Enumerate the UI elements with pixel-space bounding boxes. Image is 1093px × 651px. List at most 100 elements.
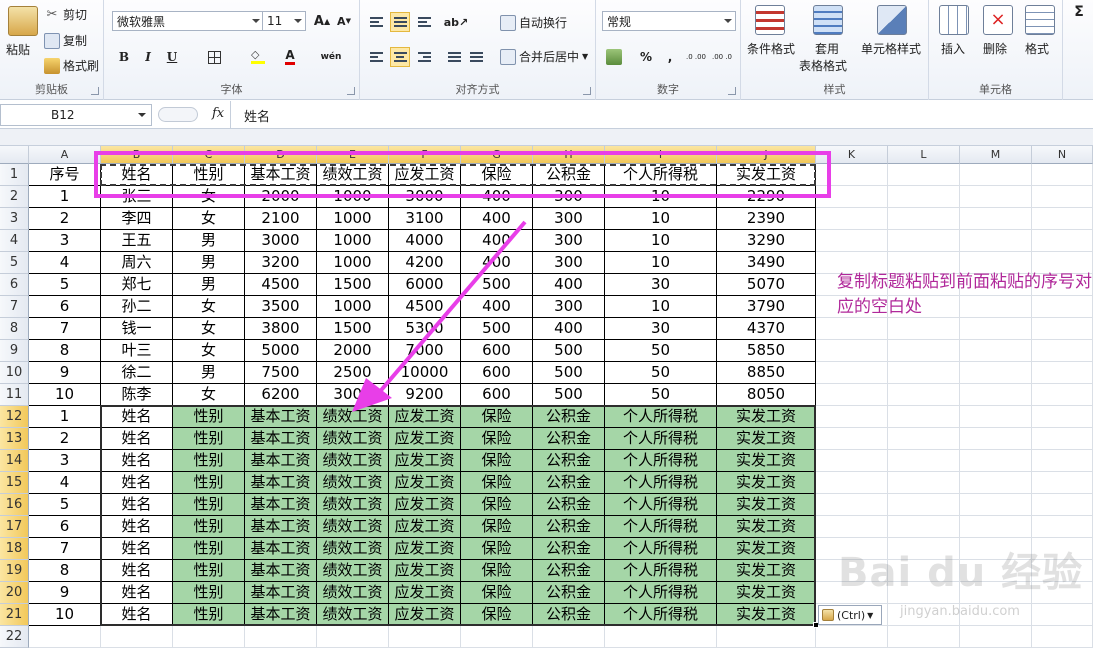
cell-i19[interactable]: 个人所得税 [605,560,717,582]
cell-b17[interactable]: 姓名 [101,516,173,538]
cell-c18[interactable]: 性别 [173,538,245,560]
cell-m13[interactable] [960,428,1032,450]
formula-input[interactable]: 姓名 [230,101,1093,129]
cell-d19[interactable]: 基本工资 [245,560,317,582]
cell-a2[interactable]: 1 [29,186,101,208]
orientation-button[interactable]: ab↗ [444,12,469,32]
align-middle-button[interactable] [390,12,410,32]
cell-i20[interactable]: 个人所得税 [605,582,717,604]
cell-j12[interactable]: 实发工资 [717,406,816,428]
cell-l17[interactable] [888,516,960,538]
cell-n4[interactable] [1032,230,1093,252]
cell-l8[interactable] [888,318,960,340]
cell-k17[interactable] [816,516,888,538]
cell-e22[interactable] [317,626,389,648]
cell-j13[interactable]: 实发工资 [717,428,816,450]
cell-h12[interactable]: 公积金 [533,406,605,428]
cell-d2[interactable]: 2000 [245,186,317,208]
cell-e10[interactable]: 2500 [317,362,389,384]
cell-l11[interactable] [888,384,960,406]
cell-k11[interactable] [816,384,888,406]
cell-a1[interactable]: 序号 [29,164,101,186]
column-header-k[interactable]: K [816,146,888,164]
cell-g4[interactable]: 400 [461,230,533,252]
cell-n3[interactable] [1032,208,1093,230]
column-header-c[interactable]: C [173,146,245,164]
cell-b20[interactable]: 姓名 [101,582,173,604]
cell-j20[interactable]: 实发工资 [717,582,816,604]
cell-h6[interactable]: 400 [533,274,605,296]
row-header-15[interactable]: 15 [0,472,29,494]
cell-b12[interactable]: 姓名 [101,406,173,428]
align-left-button[interactable] [366,47,386,67]
cell-f12[interactable]: 应发工资 [389,406,461,428]
cell-a13[interactable]: 2 [29,428,101,450]
column-header-j[interactable]: J [717,146,816,164]
cell-e18[interactable]: 绩效工资 [317,538,389,560]
cell-f7[interactable]: 4500 [389,296,461,318]
cell-f1[interactable]: 应发工资 [389,164,461,186]
cell-g10[interactable]: 600 [461,362,533,384]
cell-a12[interactable]: 1 [29,406,101,428]
borders-button[interactable] [204,47,224,67]
row-header-6[interactable]: 6 [0,274,29,296]
cell-n10[interactable] [1032,362,1093,384]
row-header-17[interactable]: 17 [0,516,29,538]
cell-l22[interactable] [888,626,960,648]
cell-c6[interactable]: 男 [173,274,245,296]
cell-c12[interactable]: 性别 [173,406,245,428]
cell-b7[interactable]: 孙二 [101,296,173,318]
cell-a15[interactable]: 4 [29,472,101,494]
cell-e3[interactable]: 1000 [317,208,389,230]
cell-i17[interactable]: 个人所得税 [605,516,717,538]
cell-e8[interactable]: 1500 [317,318,389,340]
cell-l13[interactable] [888,428,960,450]
cell-b2[interactable]: 张三 [101,186,173,208]
cell-c17[interactable]: 性别 [173,516,245,538]
cell-g22[interactable] [461,626,533,648]
cell-c22[interactable] [173,626,245,648]
shrink-font-button[interactable]: A ▼ [334,11,354,31]
cell-e14[interactable]: 绩效工资 [317,450,389,472]
increase-decimal-button[interactable]: .0 .00 [684,47,708,67]
cell-f3[interactable]: 3100 [389,208,461,230]
cell-j22[interactable] [717,626,816,648]
row-header-8[interactable]: 8 [0,318,29,340]
row-header-1[interactable]: 1 [0,164,29,186]
cell-l4[interactable] [888,230,960,252]
cell-e17[interactable]: 绩效工资 [317,516,389,538]
cell-l10[interactable] [888,362,960,384]
cell-j19[interactable]: 实发工资 [717,560,816,582]
font-size-select[interactable]: 11 [262,11,306,31]
cell-k8[interactable] [816,318,888,340]
cell-m16[interactable] [960,494,1032,516]
cell-i3[interactable]: 10 [605,208,717,230]
row-header-3[interactable]: 3 [0,208,29,230]
cell-j14[interactable]: 实发工资 [717,450,816,472]
column-header-l[interactable]: L [888,146,960,164]
decrease-indent-button[interactable] [444,47,464,67]
cell-k16[interactable] [816,494,888,516]
cell-j10[interactable]: 8850 [717,362,816,384]
cell-g6[interactable]: 500 [461,274,533,296]
cell-e13[interactable]: 绩效工资 [317,428,389,450]
cell-i12[interactable]: 个人所得税 [605,406,717,428]
row-header-5[interactable]: 5 [0,252,29,274]
cell-b19[interactable]: 姓名 [101,560,173,582]
font-color-button[interactable]: A [280,47,300,67]
cell-a7[interactable]: 6 [29,296,101,318]
cell-e16[interactable]: 绩效工资 [317,494,389,516]
cell-n15[interactable] [1032,472,1093,494]
cell-d9[interactable]: 5000 [245,340,317,362]
cell-styles-button[interactable]: 单元格样式 [861,40,921,57]
cell-n8[interactable] [1032,318,1093,340]
cell-h10[interactable]: 500 [533,362,605,384]
cell-n12[interactable] [1032,406,1093,428]
row-header-10[interactable]: 10 [0,362,29,384]
cell-j21[interactable]: 实发工资 [717,604,816,626]
cell-d18[interactable]: 基本工资 [245,538,317,560]
decrease-decimal-button[interactable]: .00 .0 [710,47,734,67]
cell-c15[interactable]: 性别 [173,472,245,494]
underline-button[interactable]: U [162,47,182,67]
cell-g17[interactable]: 保险 [461,516,533,538]
